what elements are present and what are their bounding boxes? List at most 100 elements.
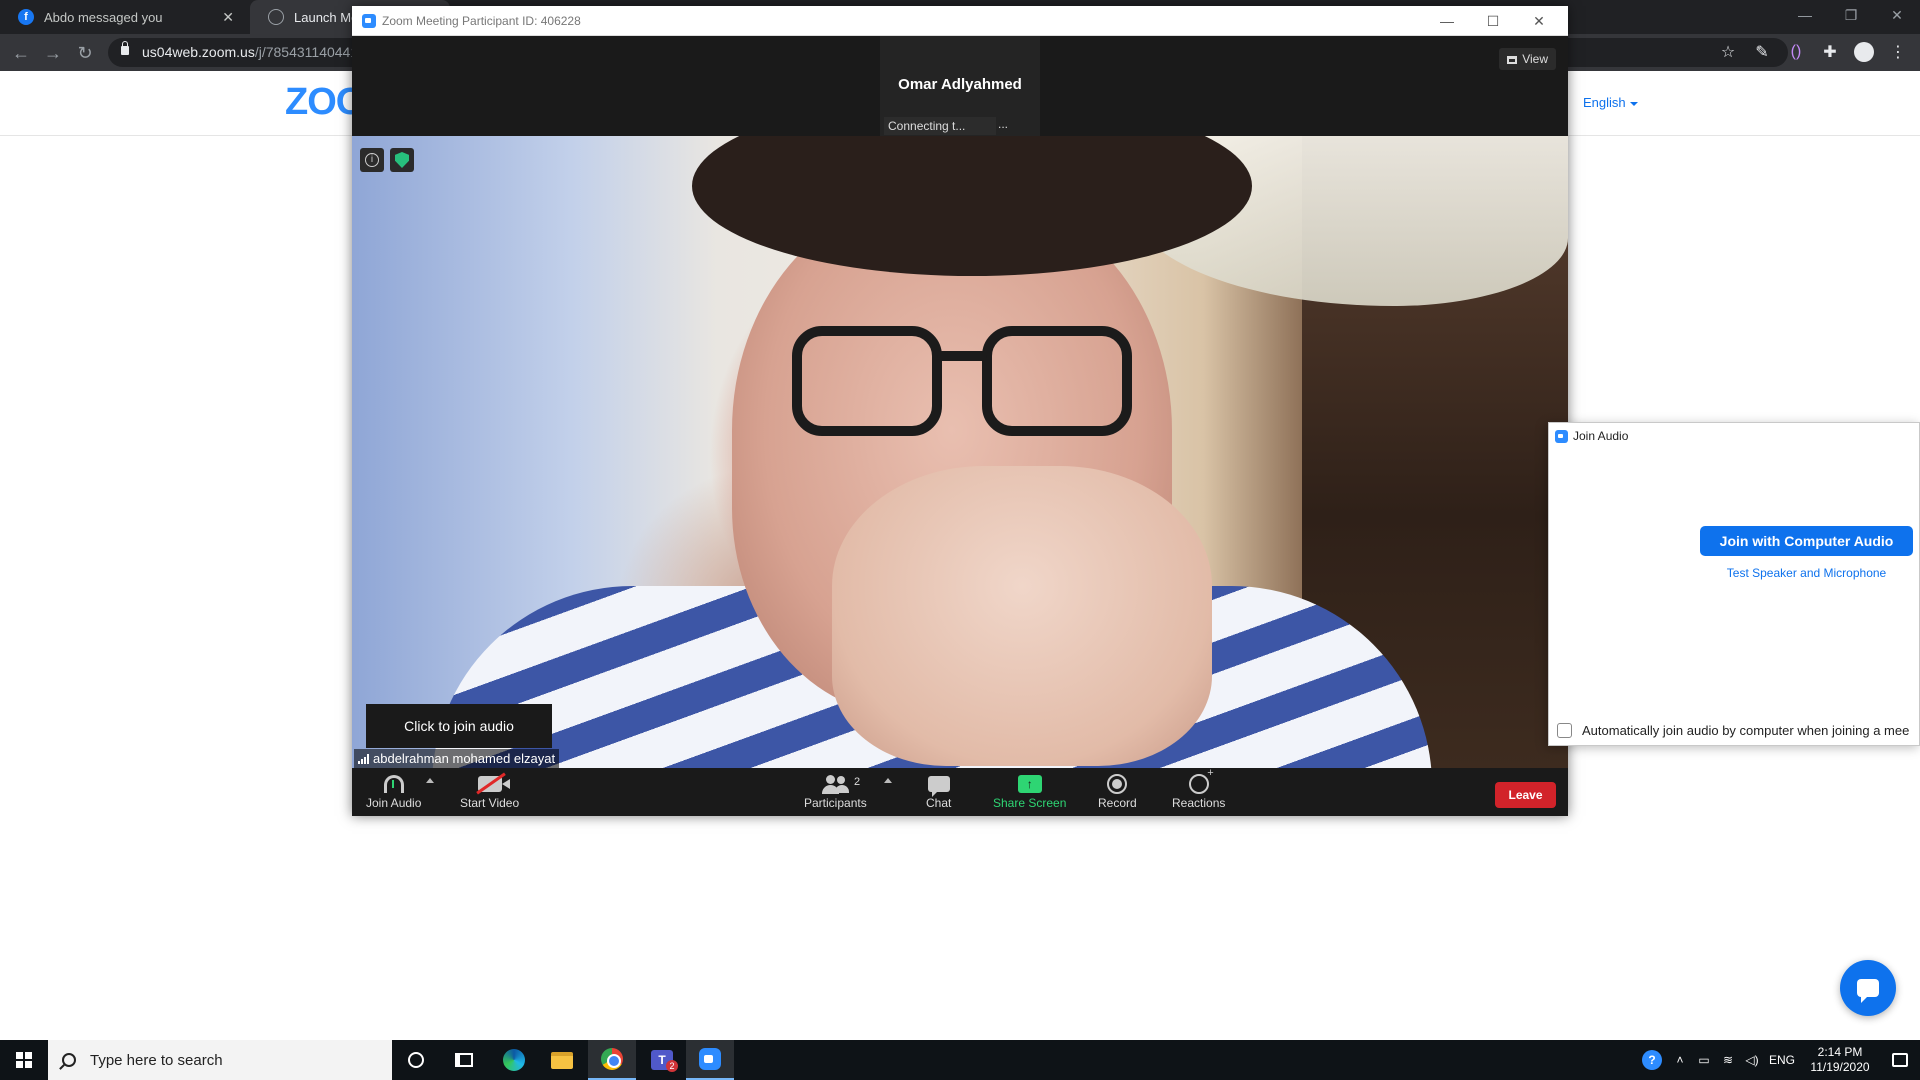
video-glasses (792, 326, 1132, 446)
participants-icon (822, 775, 850, 794)
auto-join-label: Automatically join audio by computer whe… (1582, 723, 1910, 738)
reactions-icon (1188, 767, 1214, 794)
cortana-button[interactable] (392, 1040, 440, 1080)
video-off-icon (477, 776, 510, 792)
forward-icon[interactable]: → (42, 42, 64, 64)
input-language[interactable]: ENG (1764, 1053, 1800, 1067)
system-tray: ? ˄ ▭ ≋ ◁) ENG 2:14 PM 11/19/2020 (1636, 1040, 1920, 1080)
join-computer-audio-button[interactable]: Join with Computer Audio (1700, 526, 1913, 556)
maximize-icon[interactable]: ☐ (1470, 6, 1516, 36)
teams-badge: 2 (666, 1060, 678, 1072)
notification-icon (1892, 1053, 1908, 1067)
self-name-tag: abdelrahman mohamed elzayat (354, 749, 560, 768)
view-button[interactable]: View (1499, 48, 1556, 70)
tab-label: Abdo messaged you (44, 9, 163, 25)
share-screen-icon: ↑ (1017, 775, 1042, 793)
shield-icon[interactable] (390, 148, 414, 172)
zoom-app-icon (362, 14, 376, 28)
leave-button[interactable]: Leave (1495, 782, 1556, 808)
task-view-button[interactable] (440, 1040, 488, 1080)
close-icon[interactable]: ✕ (222, 9, 234, 26)
task-view-icon (455, 1053, 473, 1067)
profile-avatar[interactable] (1854, 42, 1874, 62)
minimize-icon[interactable]: — (1424, 6, 1470, 36)
chevron-up-icon[interactable] (884, 778, 892, 783)
speaker-name: Omar Adlyahmed (898, 76, 1022, 93)
search-placeholder: Type here to search (90, 1051, 223, 1069)
chat-button[interactable]: Chat (926, 772, 951, 812)
active-speaker-tile[interactable]: Omar Adlyahmed Connecting t... ... (880, 36, 1040, 136)
minimize-icon[interactable]: — (1782, 0, 1828, 30)
start-button[interactable] (0, 1040, 48, 1080)
facebook-icon: f (18, 9, 34, 25)
window-title: Zoom Meeting Participant ID: 406228 (382, 14, 581, 28)
puzzle-icon[interactable]: ✚ (1820, 42, 1840, 62)
star-icon[interactable]: ☆ (1718, 42, 1738, 62)
battery-icon[interactable]: ▭ (1692, 1053, 1716, 1067)
test-speaker-link[interactable]: Test Speaker and Microphone (1700, 566, 1913, 580)
close-icon[interactable]: ✕ (1874, 0, 1920, 30)
help-icon[interactable]: ? (1642, 1050, 1662, 1070)
more-icon[interactable]: ... (998, 117, 1008, 131)
taskbar-search[interactable]: Type here to search (48, 1040, 392, 1080)
grid-icon (1507, 56, 1518, 64)
connection-status: Connecting t... (884, 117, 996, 135)
browser-window-controls: — ❐ ✕ (1782, 0, 1920, 30)
volume-icon[interactable]: ◁) (1740, 1053, 1764, 1067)
zoom-window-controls: — ☐ ✕ (1424, 6, 1562, 36)
zoom-icon (699, 1048, 721, 1070)
reactions-button[interactable]: Reactions (1172, 767, 1225, 812)
clock-time: 2:14 PM (1817, 1045, 1863, 1059)
url-text: us04web.zoom.us/j/785431140441 (142, 44, 359, 60)
language-selector[interactable]: English (1583, 95, 1638, 110)
back-icon[interactable]: ← (10, 42, 32, 64)
windows-logo-icon (16, 1052, 32, 1068)
close-icon[interactable]: ✕ (1516, 6, 1562, 36)
notification-center[interactable] (1880, 1053, 1920, 1067)
dialog-title-bar: Join Audio (1549, 423, 1919, 449)
start-video-button[interactable]: Start Video (460, 772, 519, 812)
chat-bubble-icon (1857, 979, 1879, 1003)
extension-icons: ☆ ✎ () ✚ ⋮ (1718, 42, 1908, 62)
participants-button[interactable]: Participants 2 (804, 772, 867, 812)
join-audio-tooltip[interactable]: Click to join audio (366, 704, 552, 748)
extension-icon[interactable]: () (1786, 42, 1806, 62)
participant-name: abdelrahman mohamed elzayat (373, 751, 556, 766)
taskbar-file-explorer[interactable] (538, 1040, 586, 1080)
taskbar-chrome[interactable] (588, 1040, 636, 1080)
info-icon[interactable]: i (360, 148, 384, 172)
dialog-title: Join Audio (1573, 429, 1629, 443)
taskbar-edge[interactable] (490, 1040, 538, 1080)
support-chat-button[interactable] (1840, 960, 1896, 1016)
reload-icon[interactable]: ↻ (74, 42, 96, 64)
taskbar-teams[interactable]: T 2 (638, 1040, 686, 1080)
cortana-icon (408, 1052, 424, 1068)
zoom-title-bar: Zoom Meeting Participant ID: 406228 — ☐ … (352, 6, 1568, 36)
wifi-icon[interactable]: ≋ (1716, 1053, 1740, 1067)
record-button[interactable]: Record (1098, 772, 1137, 812)
browser-tab-facebook[interactable]: f Abdo messaged you ✕ (0, 0, 246, 34)
taskbar-zoom[interactable] (686, 1040, 734, 1080)
share-screen-button[interactable]: ↑ Share Screen (993, 772, 1066, 812)
globe-icon (268, 9, 284, 25)
restore-icon[interactable]: ❐ (1828, 0, 1874, 30)
auto-join-checkbox[interactable] (1557, 723, 1572, 738)
signal-bars-icon (358, 753, 369, 764)
join-audio-dialog: Join Audio Join with Computer Audio Test… (1548, 422, 1920, 746)
taskbar-clock[interactable]: 2:14 PM 11/19/2020 (1800, 1045, 1880, 1075)
chevron-up-icon[interactable]: ˄ (1668, 1053, 1692, 1067)
join-audio-button[interactable]: Join Audio (366, 772, 421, 812)
record-icon (1107, 774, 1128, 794)
chevron-up-icon[interactable] (426, 778, 434, 783)
clock-date: 11/19/2020 (1810, 1060, 1870, 1074)
chevron-down-icon (1629, 101, 1638, 106)
windows-taskbar: Type here to search T 2 ? ˄ ▭ ≋ ◁) ENG 2… (0, 1040, 1920, 1080)
extension-icon[interactable]: ✎ (1752, 42, 1772, 62)
edge-icon (503, 1049, 525, 1071)
search-icon (62, 1053, 76, 1067)
speaker-strip: Omar Adlyahmed Connecting t... ... View (352, 36, 1568, 136)
lock-icon (121, 41, 129, 55)
menu-icon[interactable]: ⋮ (1888, 42, 1908, 62)
headphones-icon (383, 775, 404, 793)
auto-join-option[interactable]: Automatically join audio by computer whe… (1557, 723, 1909, 738)
